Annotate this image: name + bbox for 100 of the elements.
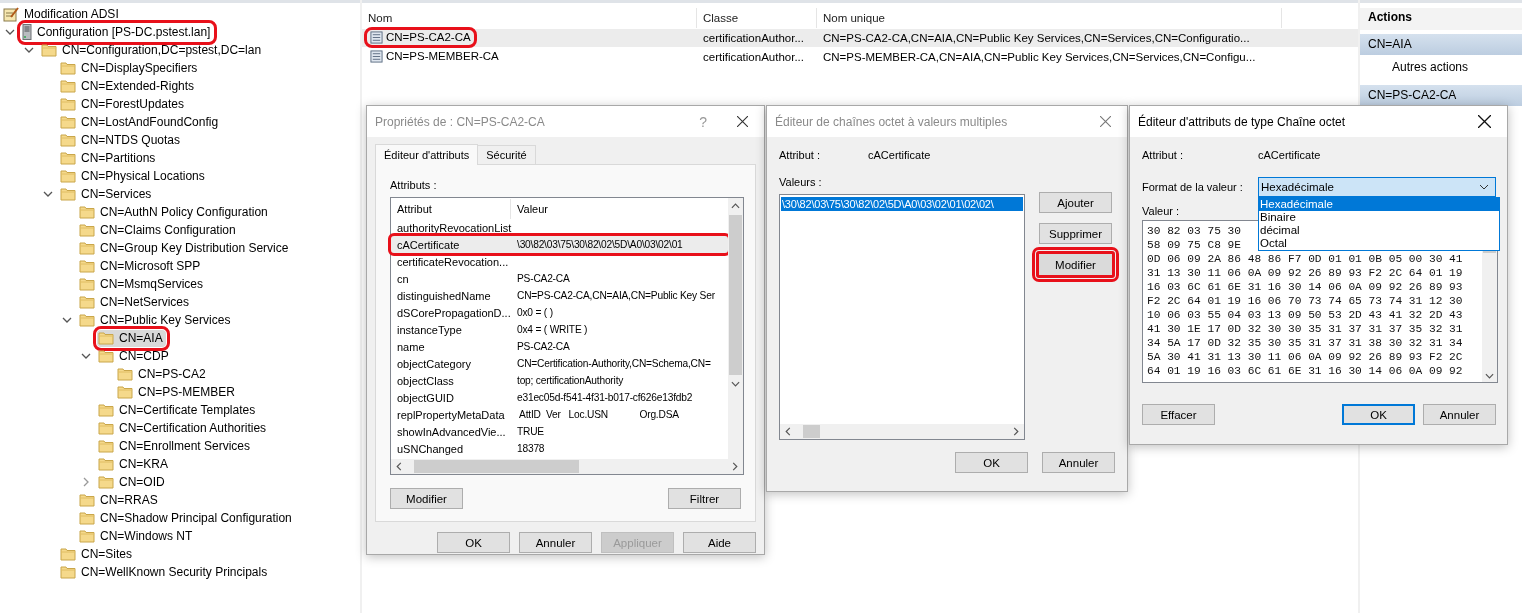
tree-item[interactable]: CN=Claims Configuration	[78, 221, 239, 239]
dropdown-option[interactable]: décimal	[1259, 224, 1499, 237]
dialog-button[interactable]: Aide	[683, 532, 756, 553]
chevron-icon[interactable]	[43, 189, 53, 199]
format-dropdown[interactable]: Hexadécimale	[1258, 177, 1496, 197]
chevron-icon[interactable]	[62, 315, 72, 325]
folder-icon	[60, 79, 76, 93]
tree-item[interactable]: CN=Public Key Services	[78, 311, 234, 329]
dialog-button[interactable]: OK	[955, 452, 1028, 473]
dialog-button[interactable]: Annuler	[519, 532, 592, 553]
attribute-row[interactable]: cACertificate \30\82\03\75\30\82\02\5D\A0\03\02\01	[391, 236, 728, 253]
dialog-title: Propriétés de : CN=PS-CA2-CA	[375, 114, 546, 129]
dialog-button[interactable]: OK	[437, 532, 510, 553]
tree-item[interactable]: CN=Configuration,DC=pstest,DC=lan	[40, 41, 265, 59]
folder-icon	[60, 115, 76, 129]
tree-item[interactable]: CN=NTDS Quotas	[59, 131, 184, 149]
hex-row: 31 13 30 11 06 0A 09 92 26 89 93 F2 2C 64 01 19	[1147, 266, 1463, 280]
list-row[interactable]: CN=PS-MEMBER-CA certificationAuthor... CN=PS-MEMBER-CA,CN=AIA,CN=Public Key Services,CN=Services,CN=Configu...	[362, 48, 1358, 66]
attribute-value: CN=PS-CA2-CA,CN=AIA,CN=Public Key Ser	[516, 290, 715, 301]
attribute-row[interactable]: distinguishedName CN=PS-CA2-CA,CN=AIA,CN=Public Key Ser	[391, 287, 728, 304]
horizontal-scrollbar[interactable]	[391, 459, 743, 474]
dropdown-option[interactable]: Octal	[1259, 237, 1499, 250]
tab[interactable]: Éditeur d'attributs	[375, 144, 479, 165]
chevron-down-icon	[1479, 184, 1489, 190]
dialog-button[interactable]: Annuler	[1423, 404, 1496, 425]
tree-item[interactable]: CN=RRAS	[78, 491, 161, 509]
attribute-row[interactable]: replPropertyMetaData AttID Ver Loc.USN Org.DSA	[391, 406, 728, 423]
close-icon[interactable]	[1478, 115, 1491, 128]
tree-item[interactable]: CN=Enrollment Services	[97, 437, 254, 455]
value-item[interactable]: \30\82\03\75\30\82\02\5D\A0\03\02\01\02\02\	[781, 197, 1023, 211]
scrollbar-thumb[interactable]	[414, 460, 579, 473]
horizontal-scrollbar[interactable]	[780, 424, 1024, 439]
tree-item[interactable]: CN=Sites	[59, 545, 136, 563]
actions-section-header[interactable]: CN=AIA	[1360, 34, 1522, 55]
dropdown-option[interactable]: Binaire	[1259, 211, 1499, 224]
dialog-button[interactable]: Modifier	[390, 488, 463, 509]
attribute-row[interactable]: objectCategory CN=Certification-Authority,CN=Schema,CN=	[391, 355, 728, 372]
attribute-row[interactable]: objectGUID e31ec05d-f541-4f31-b017-cf626e13fdb2	[391, 389, 728, 406]
tree-item[interactable]: CN=Group Key Distribution Service	[78, 239, 292, 257]
tree-item[interactable]: CN=Certificate Templates	[97, 401, 259, 419]
dialog-button[interactable]: Filtrer	[668, 488, 741, 509]
chevron-icon[interactable]	[81, 351, 91, 361]
column-header[interactable]: Classe	[697, 8, 817, 28]
tree-item[interactable]: CN=PS-MEMBER	[116, 383, 238, 401]
tree-item[interactable]: CN=Microsoft SPP	[78, 257, 204, 275]
attribute-name: certificateRevocation...	[396, 255, 510, 268]
tree-item[interactable]: CN=OID	[97, 473, 168, 491]
close-icon[interactable]	[737, 116, 748, 127]
tree-item[interactable]: CN=Extended-Rights	[59, 77, 198, 95]
attribute-name: objectCategory	[396, 357, 472, 370]
attribute-value: CN=Certification-Authority,CN=Schema,CN=	[516, 358, 711, 369]
tree-item[interactable]: CN=WellKnown Security Principals	[59, 563, 271, 581]
action-link[interactable]: Autres actions	[1360, 55, 1522, 79]
tab[interactable]: Sécurité	[477, 145, 536, 164]
tree-item[interactable]: CN=KRA	[97, 455, 171, 473]
attribute-row[interactable]: name PS-CA2-CA	[391, 338, 728, 355]
folder-icon	[79, 313, 95, 327]
tree-item[interactable]: Configuration [PS-DC.pstest.lan]	[21, 23, 214, 41]
dialog-button[interactable]: Effacer	[1142, 404, 1215, 425]
attribute-row[interactable]: showInAdvancedVie... TRUE	[391, 423, 728, 440]
tree-item[interactable]: CN=CDP	[97, 347, 172, 365]
actions-section-header[interactable]: CN=PS-CA2-CA	[1360, 85, 1522, 106]
tree-item[interactable]: CN=PS-CA2	[116, 365, 209, 383]
attribute-row[interactable]: cn PS-CA2-CA	[391, 270, 728, 287]
attribute-row[interactable]: certificateRevocation...	[391, 253, 728, 270]
tree-item[interactable]: CN=ForestUpdates	[59, 95, 188, 113]
scrollbar-thumb[interactable]	[729, 215, 742, 375]
column-header[interactable]: Attribut	[391, 199, 511, 219]
tree-item[interactable]: CN=Certification Authorities	[97, 419, 270, 437]
tree-item[interactable]: CN=NetServices	[78, 293, 193, 311]
attribute-row[interactable]: dSCorePropagationD... 0x0 = ( )	[391, 304, 728, 321]
column-header[interactable]: Nom unique	[817, 8, 1282, 28]
list-row[interactable]: CN=PS-CA2-CA certificationAuthor... CN=PS-CA2-CA,CN=AIA,CN=Public Key Services,CN=Services,CN=Configuratio...	[362, 29, 1358, 47]
tree-item[interactable]: CN=MsmqServices	[78, 275, 207, 293]
chevron-icon[interactable]	[24, 45, 34, 55]
tree-item[interactable]: CN=Services	[59, 185, 155, 203]
tree-item[interactable]: CN=LostAndFoundConfig	[59, 113, 222, 131]
tree-item[interactable]: CN=Physical Locations	[59, 167, 208, 185]
attribute-value: 0x0 = ( )	[516, 307, 553, 318]
dialog-button[interactable]: Annuler	[1042, 452, 1115, 473]
vertical-scrollbar[interactable]	[728, 198, 743, 459]
attribute-row[interactable]: objectClass top; certificationAuthority	[391, 372, 728, 389]
chevron-icon[interactable]	[5, 27, 15, 37]
tree-item[interactable]: CN=DisplaySpecifiers	[59, 59, 201, 77]
dialog-button[interactable]: OK	[1342, 404, 1415, 425]
dropdown-option[interactable]: Hexadécimale	[1259, 198, 1499, 211]
tree-item[interactable]: CN=Windows NT	[78, 527, 196, 545]
attribute-row[interactable]: instanceType 0x4 = ( WRITE )	[391, 321, 728, 338]
dialog-button[interactable]: Ajouter	[1039, 192, 1112, 213]
tree-item[interactable]: CN=AuthN Policy Configuration	[78, 203, 271, 221]
attribute-row[interactable]: authorityRevocationList	[391, 219, 728, 236]
tree-item[interactable]: CN=Partitions	[59, 149, 159, 167]
column-header[interactable]: Valeur	[511, 199, 548, 219]
dialog-button[interactable]: Supprimer	[1039, 223, 1112, 244]
tree-item[interactable]: CN=Shadow Principal Configuration	[78, 509, 295, 527]
tree-root[interactable]: Modification ADSI	[24, 7, 119, 21]
column-header[interactable]: Nom	[362, 8, 697, 28]
scrollbar-thumb[interactable]	[803, 425, 820, 438]
attribute-row[interactable]: uSNChanged 18378	[391, 440, 728, 457]
certificate-icon	[370, 49, 383, 63]
